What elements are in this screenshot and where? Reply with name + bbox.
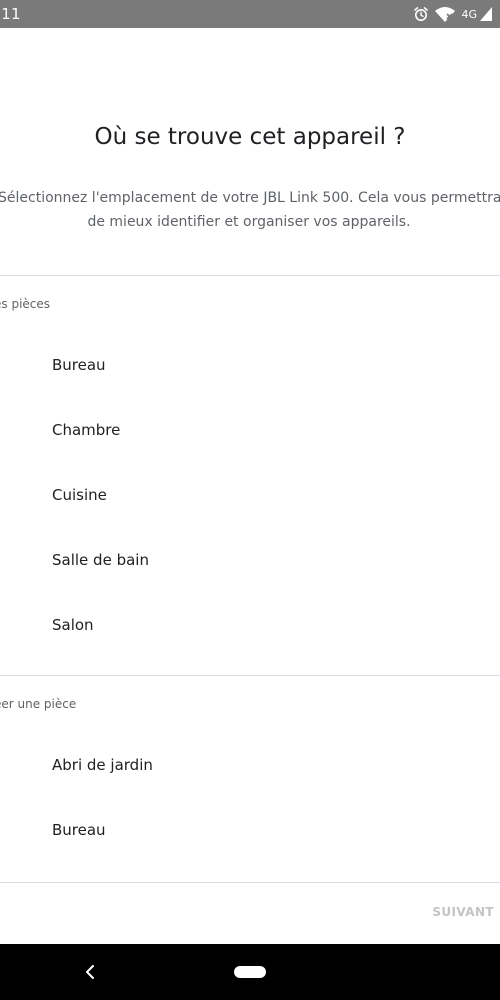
existing-rooms-list: Bureau Chambre Cuisine Salle de bain Sal… [0, 332, 500, 657]
room-item-cuisine[interactable]: Cuisine [0, 462, 500, 527]
description-line-1: Sélectionnez l'emplacement de votre JBL … [0, 190, 500, 206]
footer-divider [0, 882, 500, 883]
home-pill[interactable] [234, 966, 266, 978]
status-bar: :11 4G [0, 0, 500, 28]
room-item-bureau[interactable]: Bureau [0, 332, 500, 397]
section-header-existing-rooms: es pièces [0, 297, 51, 311]
divider [0, 675, 500, 676]
description-line-2: de mieux identifier et organiser vos app… [87, 214, 411, 230]
room-item-salle-de-bain[interactable]: Salle de bain [0, 527, 500, 592]
next-button[interactable]: SUIVANT [432, 905, 494, 919]
section-header-create-room: éer une pièce [0, 697, 77, 711]
network-type-label: 4G [461, 7, 477, 21]
back-icon[interactable] [80, 962, 100, 982]
room-item-salon[interactable]: Salon [0, 592, 500, 657]
divider [0, 275, 500, 276]
create-room-list: Abri de jardin Bureau [0, 732, 500, 862]
page-title: Où se trouve cet appareil ? [94, 124, 406, 150]
room-item-abri-de-jardin[interactable]: Abri de jardin [0, 732, 500, 797]
room-item-chambre[interactable]: Chambre [0, 397, 500, 462]
room-item-bureau-new[interactable]: Bureau [0, 797, 500, 862]
signal-icon [480, 7, 492, 21]
status-icons: 4G [413, 4, 492, 24]
page-description: Sélectionnez l'emplacement de votre JBL … [0, 186, 500, 234]
navigation-bar [0, 944, 500, 1000]
alarm-icon [413, 6, 429, 22]
wifi-icon [435, 6, 456, 22]
status-time: :11 [0, 5, 21, 23]
